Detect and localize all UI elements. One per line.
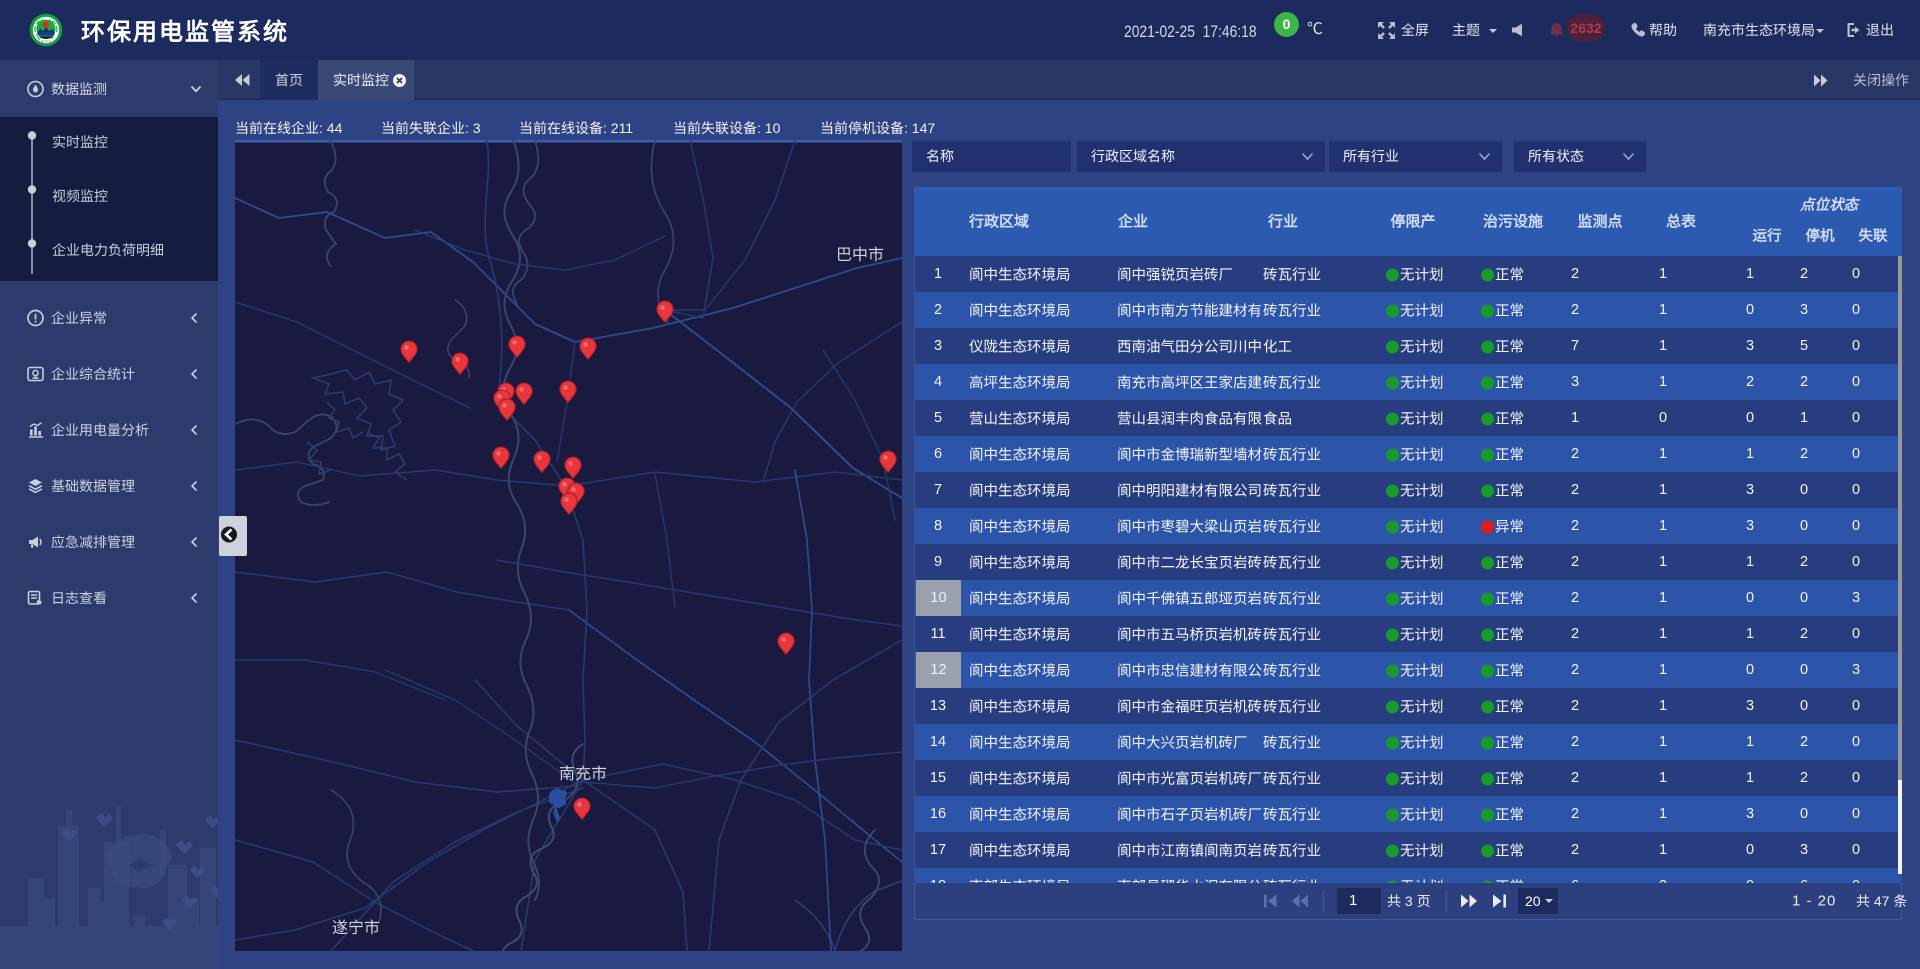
- svg-text:南充市: 南充市: [559, 760, 607, 784]
- svg-text:遂宁市: 遂宁市: [332, 914, 380, 938]
- svg-text:巴中市: 巴中市: [836, 241, 884, 265]
